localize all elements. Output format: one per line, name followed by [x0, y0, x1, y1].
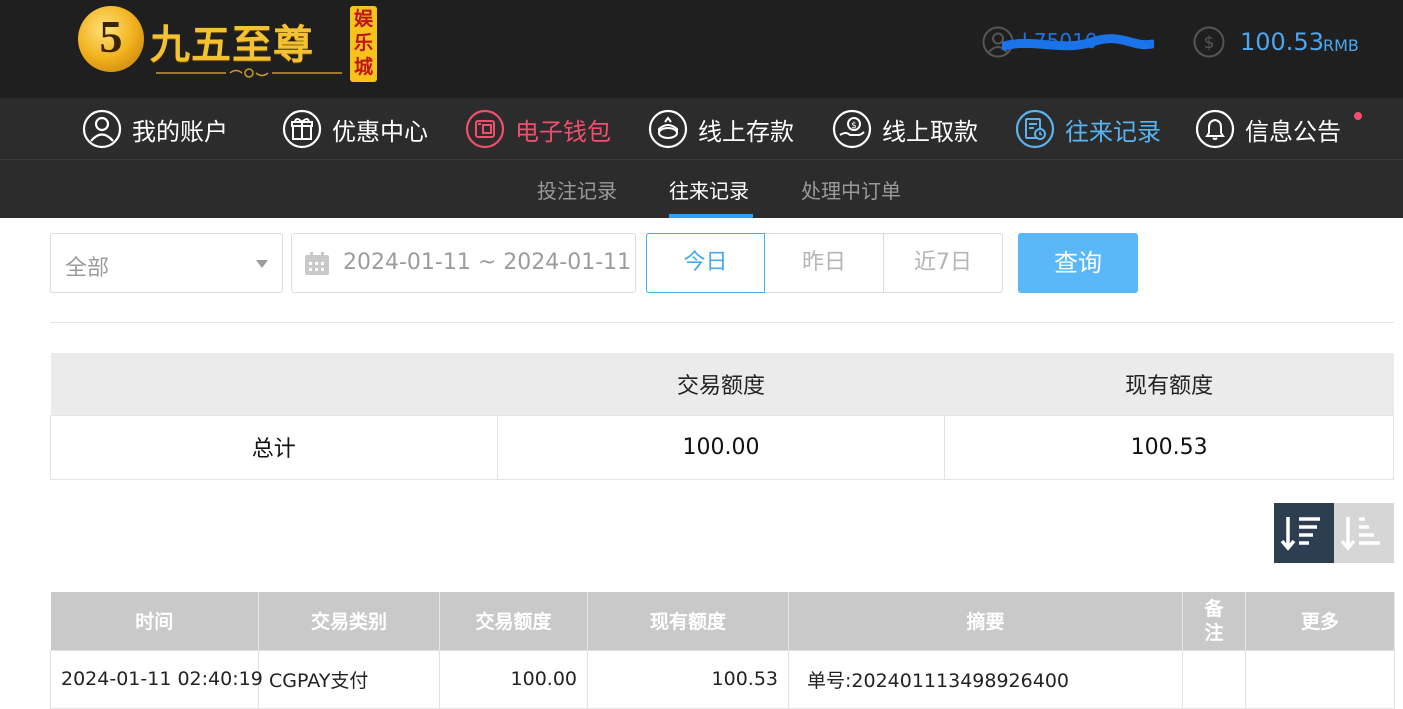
- nav-label: 电子钱包: [515, 117, 611, 146]
- table-header-row: 时间 交易类别 交易额度 现有额度 摘要 备注 更多: [50, 592, 1395, 650]
- type-select-value: 全部: [65, 256, 110, 281]
- cell-summary: 单号:202401113498926400: [788, 649, 1183, 709]
- summary-header-cell: 现有额度: [944, 353, 1394, 415]
- cell-amount: 100.00: [439, 649, 588, 709]
- type-select[interactable]: 全部: [50, 233, 283, 293]
- cell-more[interactable]: [1245, 649, 1395, 709]
- transactions-table: 时间 交易类别 交易额度 现有额度 摘要 备注 更多 2024-01-11 02…: [50, 592, 1395, 709]
- chevron-down-icon: [256, 260, 268, 268]
- nav-promotions[interactable]: 优惠中心: [282, 107, 428, 151]
- cell-type: CGPAY支付: [258, 649, 440, 709]
- gift-icon: [282, 109, 322, 149]
- sub-nav: 投注记录 往来记录 处理中订单: [0, 160, 1403, 218]
- nav-my-account[interactable]: 我的账户: [82, 107, 228, 151]
- column-header-more[interactable]: 更多: [1245, 592, 1395, 650]
- sort-desc-button[interactable]: [1274, 503, 1334, 563]
- logo-ornament-icon: [156, 68, 342, 78]
- nav-e-wallet[interactable]: 电子钱包: [465, 107, 611, 151]
- column-header-summary[interactable]: 摘要: [788, 592, 1183, 650]
- nav-label: 线上存款: [698, 117, 794, 146]
- nav-label: 线上取款: [882, 117, 978, 146]
- svg-text:$: $: [1204, 33, 1215, 53]
- main-nav: 我的账户 优惠中心 电子钱包 线上存款 $ 线上取款 往来记录 信息公告: [0, 98, 1403, 160]
- balance-currency: RMB: [1323, 36, 1359, 55]
- site-logo[interactable]: 5 九五至尊 娱 乐 城: [78, 4, 383, 84]
- cell-remark: [1182, 649, 1246, 709]
- subtab-transaction-records[interactable]: 往来记录: [669, 175, 749, 204]
- nav-label: 优惠中心: [332, 117, 428, 146]
- column-header-type[interactable]: 交易类别: [258, 592, 440, 650]
- cell-time: 2024-01-11 02:40:19: [50, 649, 263, 709]
- logo-coin-icon: 5: [78, 6, 144, 72]
- top-header: 5 九五至尊 娱 乐 城 l 75010 $ 100.53 RMB: [0, 0, 1403, 98]
- column-header-remark[interactable]: 备注: [1182, 592, 1246, 650]
- redaction-scribble: [1002, 34, 1154, 51]
- sort-descending-icon: [1280, 517, 1320, 551]
- summary-cell: 100.00: [496, 414, 946, 480]
- nav-label: 信息公告: [1245, 117, 1341, 146]
- column-header-time[interactable]: 时间: [50, 592, 259, 650]
- summary-table: 交易额度 现有额度 总计 100.00 100.53: [50, 353, 1394, 480]
- nav-label: 我的账户: [132, 117, 228, 146]
- cell-balance: 100.53: [587, 649, 789, 709]
- wallet-icon: [465, 109, 505, 149]
- date-range-value: 2024-01-11 ~ 2024-01-11: [343, 250, 632, 275]
- calendar-icon: [305, 252, 329, 275]
- yesterday-button[interactable]: 昨日: [765, 233, 884, 293]
- nav-label: 往来记录: [1065, 117, 1161, 146]
- summary-total-row: 总计 100.00 100.53: [50, 414, 1394, 480]
- date-range-input[interactable]: 2024-01-11 ~ 2024-01-11: [291, 233, 636, 293]
- user-circle-icon: [82, 109, 122, 149]
- summary-header-cell: [50, 353, 498, 415]
- deposit-icon: [648, 109, 688, 149]
- column-header-balance[interactable]: 现有额度: [587, 592, 789, 650]
- today-button[interactable]: 今日: [646, 233, 765, 293]
- table-row[interactable]: 2024-01-11 02:40:19 CGPAY支付 100.00 100.5…: [50, 649, 1395, 709]
- column-header-remark-label: 备注: [1204, 597, 1224, 644]
- nav-transaction-records[interactable]: 往来记录: [1015, 107, 1161, 151]
- records-icon: [1015, 109, 1055, 149]
- nav-announcements[interactable]: 信息公告: [1195, 107, 1341, 151]
- sort-ascending-icon: [1340, 517, 1380, 551]
- summary-cell: 100.53: [944, 414, 1394, 480]
- logo-badge: 娱 乐 城: [350, 6, 377, 82]
- subtab-pending-orders[interactable]: 处理中订单: [801, 175, 901, 204]
- bell-icon: [1195, 109, 1235, 149]
- summary-cell: 总计: [50, 414, 498, 480]
- logo-name: 九五至尊: [150, 22, 314, 67]
- search-button[interactable]: 查询: [1018, 233, 1138, 293]
- nav-online-withdraw[interactable]: $ 线上取款: [832, 107, 978, 151]
- subtab-active-indicator: [669, 214, 753, 218]
- subtab-bet-records[interactable]: 投注记录: [537, 175, 617, 204]
- dollar-coin-icon: $: [1193, 26, 1225, 58]
- nav-online-deposit[interactable]: 线上存款: [648, 107, 794, 151]
- notification-dot: [1354, 112, 1362, 120]
- withdraw-icon: $: [832, 109, 872, 149]
- balance-amount: 100.53: [1240, 28, 1324, 56]
- last-7-days-button[interactable]: 近7日: [884, 233, 1003, 293]
- summary-header-cell: 交易额度: [497, 353, 945, 415]
- column-header-amount[interactable]: 交易额度: [439, 592, 588, 650]
- sort-asc-button[interactable]: [1334, 503, 1394, 563]
- svg-text:$: $: [851, 121, 857, 131]
- divider: [50, 322, 1394, 323]
- summary-header-row: 交易额度 现有额度: [50, 353, 1394, 415]
